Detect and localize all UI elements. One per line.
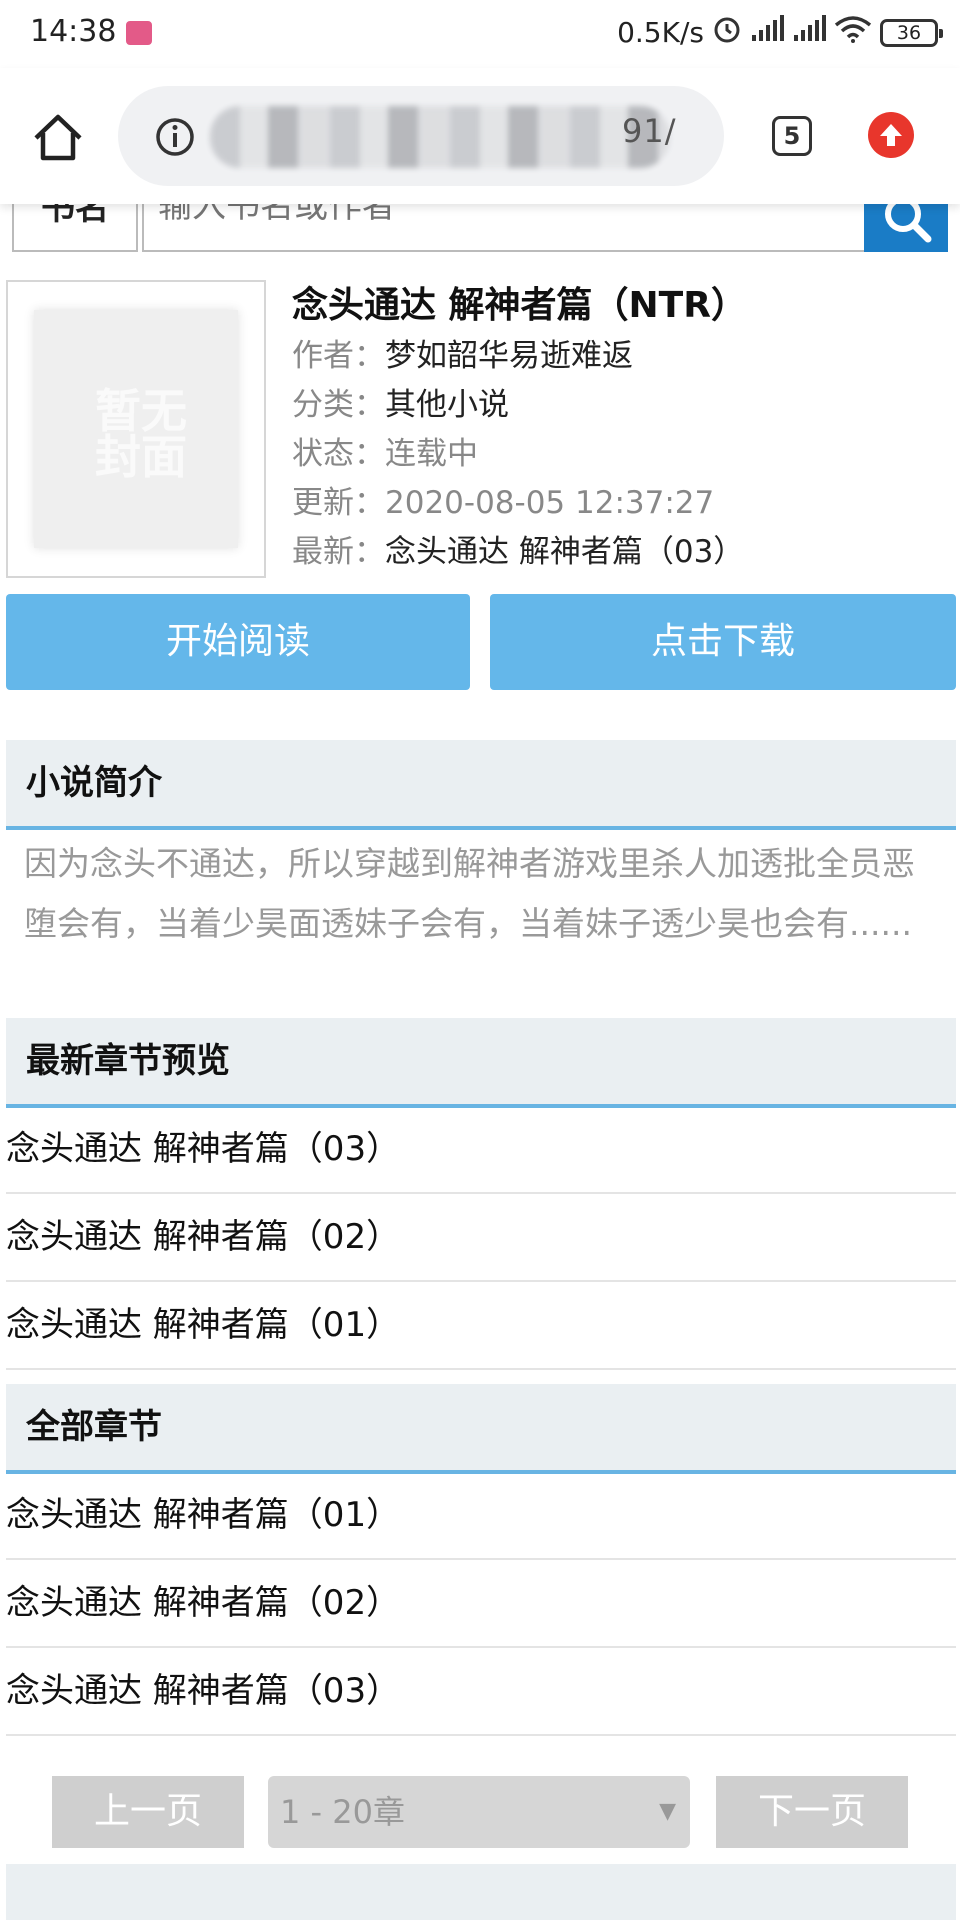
start-reading-button[interactable]: 开始阅读 [6, 594, 470, 690]
info-icon[interactable] [154, 116, 196, 158]
page-range-select[interactable]: 1 - 20章 ▼ [268, 1776, 690, 1848]
book-title: 念头通达 解神者篇（NTR） [292, 285, 747, 326]
browser-toolbar: 91/ 5 [0, 68, 960, 204]
app-notification-icon [126, 21, 152, 45]
meta-category-key: 分类： [292, 387, 385, 423]
prev-page-button[interactable]: 上一页 [52, 1776, 244, 1848]
all-chapters-header: 全部章节 [6, 1384, 956, 1474]
battery-indicator: 36 [880, 18, 943, 47]
url-text: 91/ [622, 112, 677, 150]
arrow-up-icon [880, 124, 902, 146]
tab-switcher-button[interactable]: 5 [772, 116, 812, 156]
download-button[interactable]: 点击下载 [490, 594, 956, 690]
intro-header: 小说简介 [6, 740, 956, 830]
latest-chapter-item[interactable]: 念头通达 解神者篇（02） [6, 1194, 956, 1282]
network-speed: 0.5K/s [617, 16, 704, 49]
latest-chapter-item[interactable]: 念头通达 解神者篇（01） [6, 1282, 956, 1370]
chapter-item[interactable]: 念头通达 解神者篇（03） [6, 1648, 956, 1736]
home-button[interactable] [30, 110, 86, 166]
meta-updated: 更新：2020-08-05 12:37:27 [292, 477, 714, 522]
wifi-icon [834, 15, 872, 50]
meta-category-value[interactable]: 其他小说 [385, 387, 509, 423]
meta-category: 分类：其他小说 [292, 379, 509, 424]
signal-icon [750, 15, 784, 50]
meta-status-value: 连载中 [385, 436, 478, 472]
url-redacted [210, 106, 670, 168]
meta-author: 作者：梦如韶华易逝难返 [292, 330, 633, 375]
intro-text: 因为念头不通达，所以穿越到解神者游戏里杀人加透批全员恶堕会有，当着少昊面透妹子会… [24, 844, 915, 943]
meta-status-key: 状态： [292, 436, 385, 472]
status-right: 0.5K/s 36 [617, 14, 943, 51]
meta-latest-value[interactable]: 念头通达 解神者篇（03） [385, 534, 744, 570]
footer-bar [6, 1864, 956, 1920]
update-button[interactable] [868, 112, 914, 158]
dropdown-arrow-icon: ▼ [659, 1799, 676, 1824]
meta-latest-key: 最新： [292, 534, 385, 570]
latest-chapters-header: 最新章节预览 [6, 1018, 956, 1108]
meta-author-value[interactable]: 梦如韶华易逝难返 [385, 338, 633, 374]
meta-latest: 最新：念头通达 解神者篇（03） [292, 526, 744, 571]
book-cover: 暂无封面 [6, 280, 266, 578]
meta-updated-value: 2020-08-05 12:37:27 [385, 485, 715, 521]
cover-placeholder-text: 暂无封面 [95, 384, 187, 484]
next-page-button[interactable]: 下一页 [716, 1776, 908, 1848]
meta-author-key: 作者： [292, 338, 385, 374]
home-icon [34, 114, 82, 161]
chapter-item[interactable]: 念头通达 解神者篇（02） [6, 1560, 956, 1648]
chapter-item[interactable]: 念头通达 解神者篇（01） [6, 1472, 956, 1560]
signal-icon-2 [792, 15, 826, 50]
address-bar[interactable]: 91/ [118, 86, 724, 186]
meta-status: 状态：连载中 [292, 428, 478, 473]
cover-placeholder: 暂无封面 [34, 310, 238, 548]
status-time: 14:38 [30, 14, 117, 49]
meta-updated-key: 更新： [292, 485, 385, 521]
latest-chapter-item[interactable]: 念头通达 解神者篇（03） [6, 1106, 956, 1194]
status-bar: 14:38 0.5K/s 36 [0, 0, 960, 68]
alarm-icon [712, 14, 742, 51]
page-range-value: 1 - 20章 [280, 1793, 405, 1831]
